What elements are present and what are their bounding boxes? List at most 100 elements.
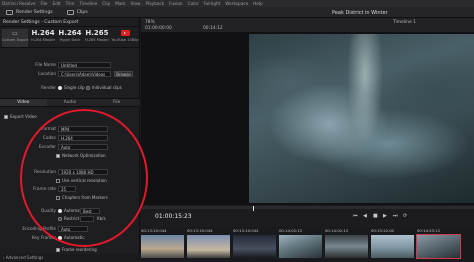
clip-thumbnail[interactable]: 00:13:10:044 — [141, 227, 185, 262]
menu-file[interactable]: File — [40, 1, 47, 6]
reverse-play-icon[interactable]: ◀ — [363, 213, 367, 219]
menu-clip[interactable]: Clip — [102, 1, 110, 6]
zoom-level[interactable]: 78% — [145, 20, 155, 25]
key-frames-value: Automatic — [64, 235, 85, 240]
frame-rate-row: Frame rate 25 — [0, 185, 140, 192]
menu-fairlight[interactable]: Fairlight — [204, 1, 221, 6]
individual-clips-radio[interactable] — [86, 86, 90, 90]
menu-edit[interactable]: Edit — [52, 1, 60, 6]
menu-app[interactable]: DaVinci Resolve — [2, 1, 35, 6]
encoding-profile-select[interactable]: Auto — [58, 225, 88, 232]
menu-trim[interactable]: Trim — [66, 1, 75, 6]
resolution-select[interactable]: 1920 x 1080 HD — [58, 168, 108, 175]
file-name-field[interactable]: Untitled — [58, 61, 111, 68]
restrict-radio[interactable] — [58, 217, 62, 221]
loop-icon[interactable]: ⟳ — [403, 213, 407, 219]
encoding-profile-row: Encoding Profile Auto — [0, 225, 140, 232]
individual-clips-label: Individual clips — [92, 85, 122, 90]
render-settings-title: Render Settings - Custom Export — [0, 18, 139, 27]
chevron-right-icon: › — [3, 255, 5, 260]
viewer-header: 78% 01:00:00:00 00:14:12 Timeline 1 — [141, 18, 474, 32]
render-mode-row: Render Single clip Individual clips — [0, 84, 140, 91]
first-frame-icon[interactable]: ⏮ — [353, 213, 358, 219]
chapters-row: Chapters from Markers — [0, 194, 140, 201]
preset-hyperdeck[interactable]: H.264 Hyper Deck — [58, 29, 82, 47]
toolbar: Render Settings Clips Peak District in W… — [0, 7, 474, 18]
key-frames-radio[interactable] — [58, 236, 62, 240]
menu-workspace[interactable]: Workspace — [225, 1, 248, 6]
clip-image — [279, 235, 322, 258]
play-icon[interactable]: ▶ — [383, 213, 387, 219]
clip-thumbnail-selected[interactable]: 00:14:53:12 — [416, 227, 461, 262]
advanced-settings-toggle[interactable]: › Advanced Settings — [0, 254, 140, 262]
format-label: Format — [41, 126, 56, 131]
quality-auto-radio[interactable] — [58, 209, 62, 213]
individual-clips-option[interactable]: Individual clips — [86, 85, 122, 90]
encoder-select[interactable]: Auto — [58, 143, 108, 150]
tab-file[interactable]: File — [93, 99, 140, 106]
menu-bar: DaVinci Resolve File Edit Trim Timeline … — [0, 0, 474, 7]
clip-thumbnail[interactable]: 00:13:10:044 — [187, 227, 231, 262]
preset-h265-master[interactable]: H.265 H.265 Master — [85, 29, 109, 47]
vertical-resolution-checkbox[interactable] — [56, 179, 60, 183]
menu-fusion[interactable]: Fusion — [169, 1, 182, 6]
tab-audio[interactable]: Audio — [47, 99, 94, 106]
render-icon — [6, 9, 13, 15]
clip-thumbnail[interactable]: 00:14:02:12 — [325, 227, 369, 262]
codec-select[interactable]: H.264 — [58, 134, 108, 141]
preset-youtube[interactable]: YouTube 1080p — [111, 29, 139, 47]
single-clip-radio[interactable] — [58, 86, 62, 90]
quality-row: Quality Automatic Best — [0, 207, 140, 214]
viewer[interactable] — [141, 32, 474, 205]
clip-image — [416, 234, 461, 259]
clip-thumbnail[interactable]: 00:14:02:12 — [279, 227, 323, 262]
frame-rate-select[interactable]: 25 — [58, 185, 76, 192]
chapters-checkbox[interactable] — [56, 196, 60, 200]
render-settings-button[interactable]: Render Settings — [6, 9, 53, 15]
network-optimization-checkbox[interactable] — [56, 154, 60, 158]
preset-label: H.265 Master — [84, 38, 109, 42]
scrubber[interactable] — [141, 206, 474, 211]
menu-view[interactable]: View — [131, 1, 141, 6]
playhead[interactable] — [253, 206, 254, 211]
timeline-selector[interactable]: Timeline 1 — [393, 20, 416, 25]
chapters-label: Chapters from Markers — [62, 195, 108, 200]
chapters-option[interactable]: Chapters from Markers — [56, 195, 108, 200]
preset-custom-export[interactable]: ▭ Custom Export — [2, 29, 28, 47]
clips-label: Clips — [76, 9, 88, 15]
tab-video[interactable]: Video — [0, 99, 47, 106]
clip-timecode: 00:13:10:044 — [141, 228, 167, 233]
single-clip-option[interactable]: Single clip — [58, 85, 85, 90]
menu-playback[interactable]: Playback — [145, 1, 164, 6]
export-video-checkbox[interactable] — [4, 115, 8, 119]
preset-h264-master[interactable]: H.264 H.264 Master — [31, 29, 55, 47]
encoder-row: Encoder Auto — [0, 143, 140, 150]
menu-help[interactable]: Help — [253, 1, 263, 6]
last-frame-icon[interactable]: ⏭ — [393, 213, 398, 219]
location-label: Location — [38, 71, 56, 76]
export-video-option[interactable]: Export Video — [4, 114, 37, 119]
restrict-field[interactable] — [80, 215, 94, 222]
format-select[interactable]: MP4 — [58, 125, 108, 132]
clip-thumbnail[interactable]: 00:13:10:044 — [233, 227, 277, 262]
key-frames-option[interactable]: Automatic — [58, 235, 85, 240]
frame-reordering-label: Frame reordering — [62, 247, 97, 252]
menu-color[interactable]: Color — [188, 1, 199, 6]
menu-mark[interactable]: Mark — [115, 1, 125, 6]
network-optimization-option[interactable]: Network Optimization — [56, 153, 106, 158]
stop-icon[interactable]: ■ — [373, 213, 378, 219]
browse-button[interactable]: Browse — [114, 70, 133, 77]
file-name-label: File Name — [35, 62, 56, 67]
resolution-label: Resolution — [34, 169, 56, 174]
vertical-resolution-option[interactable]: Use vertical resolution — [56, 178, 107, 183]
clips-button[interactable]: Clips — [66, 9, 88, 15]
format-row: Format MP4 — [0, 125, 140, 132]
frame-reorder-row: Frame reordering — [0, 246, 140, 253]
clip-thumbnail[interactable]: 00:13:22:02 — [371, 227, 415, 262]
menu-timeline[interactable]: Timeline — [79, 1, 97, 6]
location-field[interactable]: C:\Users\Adam\Videos — [58, 70, 111, 77]
clip-strip: 00:13:10:044 00:13:10:044 00:13:10:044 0… — [141, 227, 474, 262]
quality-best-select[interactable]: Best — [80, 207, 100, 214]
frame-reordering-checkbox[interactable] — [56, 248, 60, 252]
frame-reordering-option[interactable]: Frame reordering — [56, 247, 97, 252]
